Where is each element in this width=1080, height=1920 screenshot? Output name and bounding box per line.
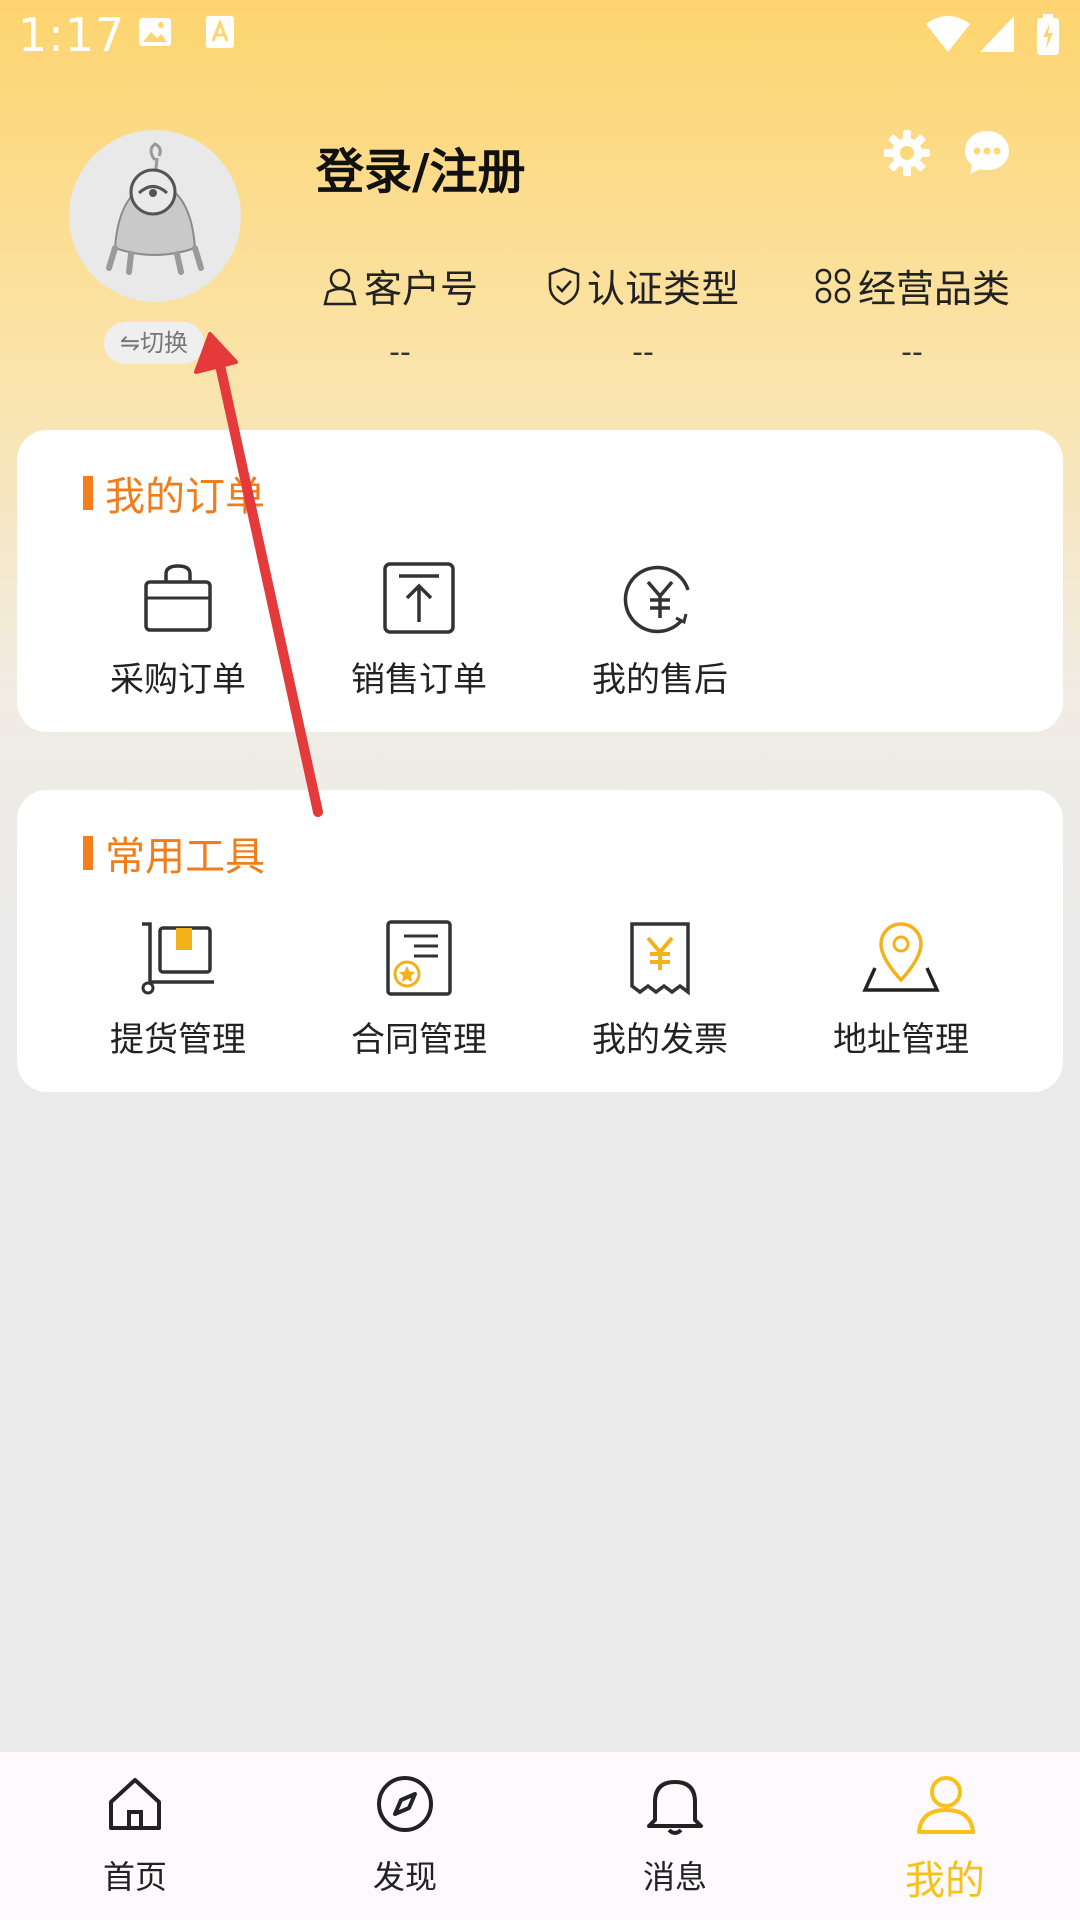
tile-label: 我的发票 <box>592 1020 728 1060</box>
tile-label: 销售订单 <box>351 660 487 700</box>
address-management-button[interactable]: 地址管理 <box>801 920 1001 1061</box>
invoice-icon <box>630 922 690 996</box>
battery-charging-icon <box>1037 14 1059 55</box>
bottom-tab-bar: 首页 发现 消息 我的 <box>0 1752 1080 1920</box>
stat-label: 客户号 <box>363 267 478 311</box>
tools-card: 常用工具 提货管理 合同管理 我的发票 地址管理 <box>17 790 1063 1092</box>
login-register-link[interactable]: 登录/注册 <box>316 132 526 202</box>
cart-box-icon <box>141 922 214 995</box>
image-notification-icon <box>139 18 171 46</box>
stat-business-category: 经营品类 -- <box>802 258 1022 370</box>
after-sales-button[interactable]: 我的售后 <box>560 560 760 701</box>
chat-bubble-icon[interactable] <box>962 128 1012 178</box>
tab-discover[interactable]: 发现 <box>270 1752 540 1920</box>
orders-title-text: 我的订单 <box>105 474 265 520</box>
wifi-icon <box>926 16 970 52</box>
stat-value: -- <box>901 335 923 370</box>
tab-label: 消息 <box>642 1858 707 1896</box>
sales-orders-button[interactable]: 销售订单 <box>319 560 519 701</box>
tab-home[interactable]: 首页 <box>0 1752 270 1920</box>
stat-certification-type: 认证类型 -- <box>538 258 748 370</box>
tile-label: 我的售后 <box>592 660 728 700</box>
tab-messages[interactable]: 消息 <box>540 1752 810 1920</box>
robot-avatar-icon <box>106 142 204 275</box>
stat-label: 经营品类 <box>857 267 1010 311</box>
title-accent-bar <box>83 476 93 510</box>
person-icon <box>917 1776 975 1834</box>
tile-label: 采购订单 <box>110 660 246 700</box>
gear-icon[interactable] <box>882 128 932 178</box>
orders-title: 我的订单 <box>83 464 265 522</box>
shield-check-icon <box>548 267 580 305</box>
purchase-orders-button[interactable]: 采购订单 <box>78 560 278 701</box>
tab-mine[interactable]: 我的 <box>810 1752 1080 1920</box>
contract-management-button[interactable]: 合同管理 <box>319 920 519 1061</box>
yuan-refresh-icon <box>623 565 690 634</box>
title-accent-bar <box>83 836 93 870</box>
upload-icon <box>383 562 455 634</box>
my-invoices-button[interactable]: 我的发票 <box>560 920 760 1061</box>
bag-icon <box>144 564 212 632</box>
pickup-management-button[interactable]: 提货管理 <box>78 920 278 1061</box>
stat-value: -- <box>632 335 654 370</box>
contract-icon <box>386 920 452 996</box>
tools-title: 常用工具 <box>83 824 265 882</box>
stat-customer-number: 客户号 -- <box>300 258 500 370</box>
tile-label: 地址管理 <box>833 1020 969 1060</box>
app-notification-icon <box>206 16 234 48</box>
tab-label: 发现 <box>372 1858 437 1896</box>
stat-value: -- <box>389 335 411 370</box>
compass-icon <box>377 1776 433 1832</box>
tab-label: 我的 <box>905 1858 985 1904</box>
map-pin-icon <box>862 922 940 992</box>
home-icon <box>109 1778 161 1830</box>
status-bar: 1:17 <box>0 0 1080 70</box>
user-icon <box>323 268 357 305</box>
tab-label: 首页 <box>102 1858 167 1896</box>
tools-title-text: 常用工具 <box>105 834 265 880</box>
stat-label: 认证类型 <box>586 267 739 311</box>
status-time: 1:17 <box>18 8 126 62</box>
tile-label: 提货管理 <box>110 1020 246 1060</box>
switch-account-button[interactable]: ⇋切换 <box>104 322 204 364</box>
avatar[interactable] <box>69 130 241 302</box>
tile-label: 合同管理 <box>351 1020 487 1060</box>
bell-icon <box>647 1780 703 1835</box>
orders-card: 我的订单 采购订单 销售订单 我的售后 <box>17 430 1063 732</box>
signal-icon <box>980 16 1014 52</box>
grid-icon <box>815 268 851 303</box>
